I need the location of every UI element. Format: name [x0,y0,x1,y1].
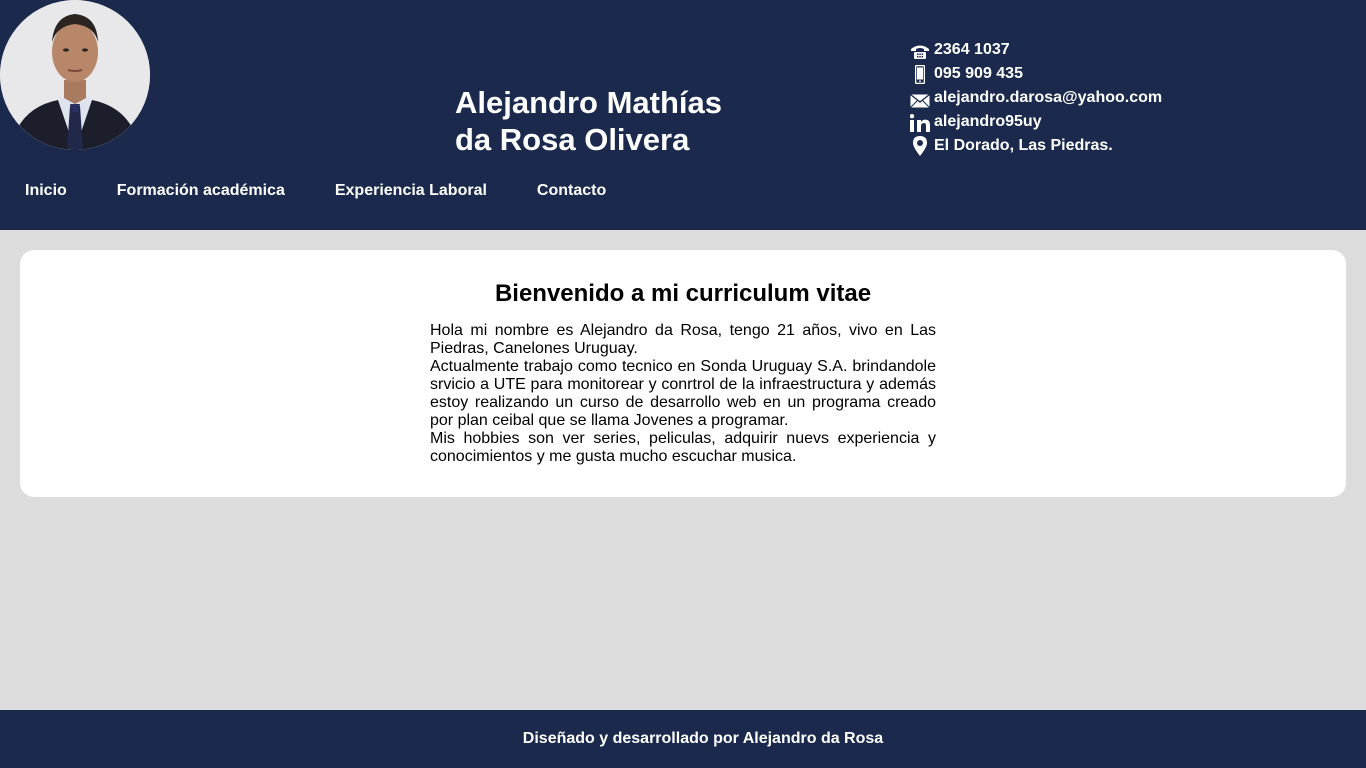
nav-item-contacto[interactable]: Contacto [537,182,606,200]
contact-location: El Dorado, Las Piedras. [909,132,1162,156]
contact-linkedin: alejandro95uy [909,108,1162,132]
email-address: alejandro.darosa@yahoo.com [934,89,1163,106]
welcome-card: Bienvenido a mi curriculum vitae Hola mi… [20,250,1346,497]
contact-phone: 2364 1037 [909,36,1162,60]
welcome-title: Bienvenido a mi curriculum vitae [494,280,872,307]
page-footer: Diseñado y desarrollado por Alejandro da… [0,710,1366,768]
phone-number: 2364 1037 [934,41,1010,58]
full-name-heading: Alejandro Mathías da Rosa Olivera [455,84,722,158]
intro-paragraph-1: Hola mi nombre es Alejandro da Rosa, ten… [430,322,936,357]
telephone-icon [909,38,931,60]
nav-item-experiencia-laboral[interactable]: Experiencia Laboral [335,182,487,200]
intro-paragraph-2: Actualmente trabajo como tecnico en Sond… [430,358,936,429]
intro-paragraph-3: Mis hobbies son ver series, peliculas, a… [430,430,936,465]
mobile-number: 095 909 435 [934,65,1023,82]
linkedin-handle: alejandro95uy [934,113,1042,130]
contact-info-list: 2364 1037 095 909 435 alejandro.darosa@y… [909,36,1162,156]
page-header: Alejandro Mathías da Rosa Olivera 2364 1… [0,0,1366,230]
envelope-icon [909,86,931,108]
nav-item-formacion-academica[interactable]: Formación académica [117,182,285,200]
location-text: El Dorado, Las Piedras. [934,137,1113,154]
map-pin-icon [909,134,931,156]
mobile-phone-icon [909,62,931,84]
intro-text: Hola mi nombre es Alejandro da Rosa, ten… [430,322,936,466]
profile-photo [0,0,150,150]
footer-credit: Diseñado y desarrollado por Alejandro da… [522,730,884,747]
contact-email: alejandro.darosa@yahoo.com [909,84,1162,108]
name-line-2: da Rosa Olivera [455,122,690,157]
nav-item-inicio[interactable]: Inicio [25,182,67,200]
main-nav: Inicio Formación académica Experiencia L… [25,182,656,200]
contact-mobile: 095 909 435 [909,60,1162,84]
name-line-1: Alejandro Mathías [455,85,722,120]
linkedin-icon [909,110,931,132]
